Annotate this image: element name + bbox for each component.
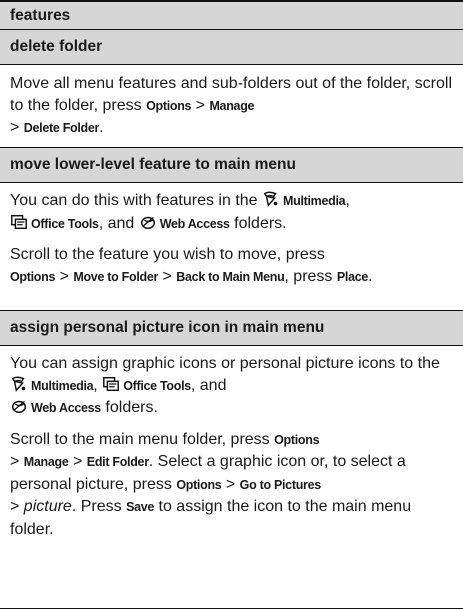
- folder-office-tools: Office Tools: [31, 216, 99, 231]
- paragraph: You can do this with features in the Mul…: [10, 191, 350, 232]
- section-title-row: assign personal picture icon in main men…: [0, 310, 463, 345]
- paragraph: Scroll to the feature you wish to move, …: [10, 246, 373, 285]
- web-access-icon: [140, 216, 155, 229]
- section-title-row: delete folder: [0, 29, 463, 64]
- paragraph: Move all menu features and sub-folders o…: [10, 75, 453, 136]
- section-title-move-feature: move lower-level feature to main menu: [10, 156, 296, 173]
- section-body-move-feature: You can do this with features in the Mul…: [0, 182, 463, 310]
- folder-web-access: Web Access: [31, 401, 101, 415]
- paragraph: You can assign graphic icons or personal…: [10, 355, 440, 416]
- menu-key-options: Options: [176, 477, 222, 492]
- folder-multimedia: Multimedia: [283, 194, 346, 208]
- menu-key-delete-folder: Delete Folder: [23, 121, 100, 135]
- menu-key-options: Options: [10, 269, 56, 284]
- menu-key-move-to-folder: Move to Folder: [73, 269, 159, 284]
- menu-key-manage: Manage: [23, 455, 69, 469]
- folder-web-access: Web Access: [159, 216, 230, 231]
- table-header-row: features: [0, 0, 463, 29]
- office-tools-icon: [103, 376, 120, 391]
- menu-key-go-to-pictures: Go to Pictures: [239, 477, 322, 492]
- menu-key-place: Place: [336, 269, 369, 284]
- section-title-delete-folder: delete folder: [10, 38, 103, 55]
- menu-key-manage: Manage: [209, 98, 255, 113]
- features-table: features delete folder Move all menu fea…: [0, 0, 463, 609]
- menu-key-options: Options: [146, 98, 192, 113]
- multimedia-icon: [11, 376, 26, 392]
- section-body-delete-folder: Move all menu features and sub-folders o…: [0, 64, 463, 147]
- menu-key-save: Save: [126, 500, 155, 514]
- menu-key-back-to-main-menu: Back to Main Menu: [176, 269, 285, 284]
- office-tools-icon: [11, 214, 27, 229]
- folder-office-tools: Office Tools: [123, 378, 191, 393]
- placeholder-picture: picture: [23, 498, 72, 515]
- menu-key-options: Options: [274, 432, 320, 447]
- section-title-assign-icon: assign personal picture icon in main men…: [10, 319, 325, 336]
- multimedia-icon: [263, 191, 278, 207]
- menu-key-edit-folder: Edit Folder: [86, 455, 149, 469]
- table-header-label: features: [10, 6, 71, 24]
- folder-multimedia: Multimedia: [31, 378, 94, 393]
- paragraph: Scroll to the main menu folder, press Op…: [10, 430, 412, 538]
- web-access-icon: [11, 400, 27, 414]
- section-body-assign-icon: You can assign graphic icons or personal…: [0, 345, 463, 607]
- section-title-row: move lower-level feature to main menu: [0, 147, 463, 182]
